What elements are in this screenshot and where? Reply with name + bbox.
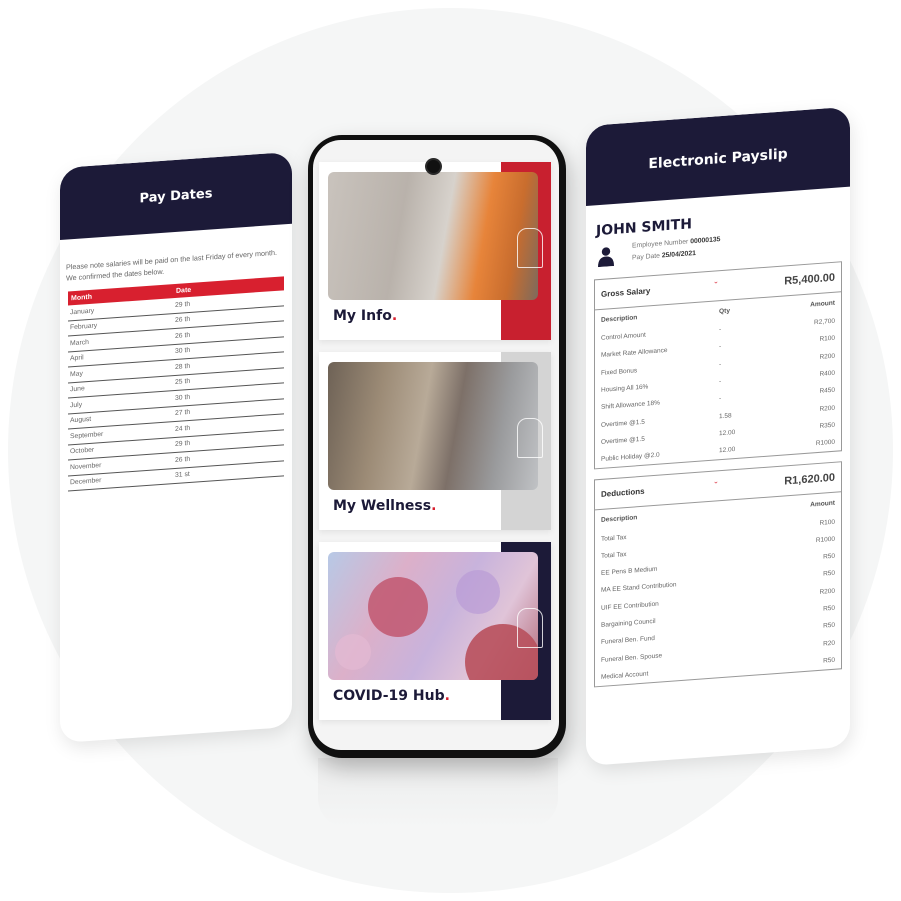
- employee-number-label: Employee Number: [632, 238, 689, 250]
- deductions-total: R1,620.00: [784, 471, 835, 488]
- qty-cell: -: [719, 360, 722, 368]
- qty-cell: 12.00: [719, 446, 736, 455]
- pay-date: 25/04/2021: [661, 249, 696, 260]
- tile-my-info[interactable]: My Info.: [319, 162, 551, 340]
- tile-label: My Wellness.: [333, 498, 437, 514]
- amount-cell: R350: [819, 421, 835, 430]
- chevron-down-icon[interactable]: ⌄: [713, 277, 719, 285]
- phone-device: My Info. My Wellness. COVID-19 Hub.: [308, 135, 566, 758]
- column-header-qty: Qty: [719, 306, 730, 315]
- virus-graphic: [335, 570, 538, 680]
- tile-label: COVID-19 Hub.: [333, 688, 450, 704]
- column-header-description: Description: [601, 313, 638, 324]
- description-cell: Medical Account: [601, 670, 649, 681]
- payslip-title: Electronic Payslip: [648, 146, 788, 173]
- qty-cell: -: [719, 378, 722, 386]
- camera-icon: [427, 160, 440, 173]
- amount-cell: R2,700: [814, 317, 835, 327]
- tile-my-wellness[interactable]: My Wellness.: [319, 352, 551, 530]
- qty-cell: 12.00: [719, 428, 736, 438]
- outline-shape-icon: [517, 228, 543, 268]
- gross-salary-total: R5,400.00: [784, 271, 835, 287]
- chevron-down-icon[interactable]: ⌄: [713, 478, 719, 486]
- column-header-description: Description: [601, 514, 638, 524]
- outline-shape-icon: [517, 608, 543, 648]
- amount-cell: R100: [819, 335, 835, 344]
- photo-virus-illustration: [328, 552, 538, 680]
- qty-cell: -: [719, 343, 722, 351]
- amount-cell: R50: [823, 656, 835, 665]
- phone-reflection: [318, 758, 558, 828]
- phone-screen: My Info. My Wellness. COVID-19 Hub.: [313, 140, 559, 750]
- description-cell: Public Holiday @2.0: [601, 451, 660, 464]
- qty-cell: -: [719, 395, 722, 403]
- pay-dates-card: Pay Dates Please note salaries will be p…: [60, 151, 292, 743]
- amount-cell: R200: [819, 404, 835, 413]
- pay-dates-table: Month Date January 29 th February 26 th Marc…: [68, 276, 284, 492]
- qty-cell: 1.58: [719, 411, 732, 420]
- pay-dates-title: Pay Dates: [139, 185, 213, 206]
- deductions-section: Deductions ⌄ R1,620.00 Description Amoun…: [594, 461, 842, 688]
- tile-label: My Info.: [333, 308, 398, 324]
- date-cell: 31 st: [175, 471, 190, 480]
- month-cell: December: [70, 477, 102, 487]
- tile-covid-hub[interactable]: COVID-19 Hub.: [319, 542, 551, 720]
- amount-cell: R400: [819, 369, 835, 378]
- photo-woman-with-earphones: [328, 172, 538, 300]
- pay-date-label: Pay Date: [632, 252, 660, 262]
- outline-shape-icon: [517, 418, 543, 458]
- photo-couple-with-phone: [328, 362, 538, 490]
- person-icon: [598, 247, 614, 268]
- gross-salary-title: Gross Salary: [601, 286, 651, 299]
- amount-cell: R450: [819, 387, 835, 396]
- deductions-title: Deductions: [601, 487, 645, 500]
- amount-cell: R200: [819, 352, 835, 361]
- column-header-amount: Amount: [810, 499, 835, 509]
- gross-salary-section: Gross Salary ⌄ R5,400.00 Description Qty…: [594, 261, 842, 470]
- qty-cell: -: [719, 326, 722, 334]
- column-header-amount: Amount: [810, 299, 835, 309]
- amount-cell: R1000: [815, 438, 835, 448]
- payslip-card: Electronic Payslip JOHN SMITH Employee N…: [586, 106, 850, 767]
- employee-number: 00000135: [690, 236, 721, 246]
